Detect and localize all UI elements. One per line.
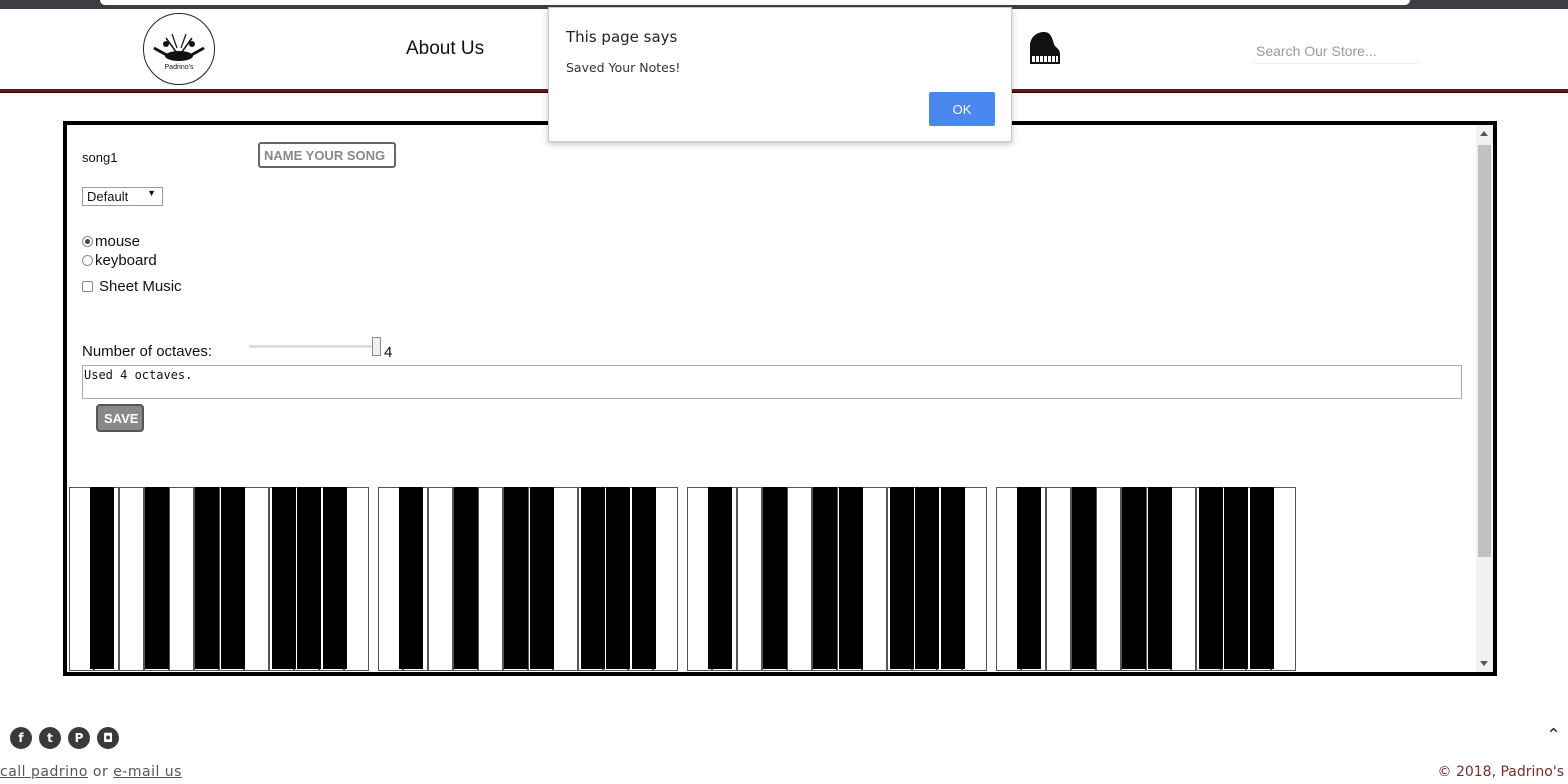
white-key[interactable] (428, 487, 453, 671)
alert-dialog: This page says Saved Your Notes! OK (548, 7, 1012, 142)
sheet-music-label: Sheet Music (99, 278, 182, 295)
mode-keyboard-label: keyboard (95, 252, 157, 269)
octaves-label: Number of octaves: (82, 343, 213, 360)
footer-contact: call padrino or e-mail us (0, 764, 182, 780)
black-key[interactable] (454, 487, 478, 669)
site-logo[interactable]: Padrino's (143, 13, 215, 85)
white-key[interactable] (244, 487, 269, 671)
white-key[interactable] (653, 487, 678, 671)
sheet-music-checkbox[interactable] (82, 281, 93, 292)
piano-keyboard[interactable] (69, 487, 1309, 672)
black-key[interactable] (606, 487, 630, 669)
logo-drum-icon (153, 33, 205, 61)
black-key[interactable] (90, 487, 114, 669)
piano-editor-frame: song1 Default ▼ mouse keyboard Sheet Musi… (63, 121, 1497, 676)
black-key[interactable] (941, 487, 965, 669)
white-key[interactable] (737, 487, 762, 671)
black-key[interactable] (839, 487, 863, 669)
piano-icon[interactable] (1026, 30, 1064, 68)
white-key[interactable] (1096, 487, 1121, 671)
white-key[interactable] (344, 487, 369, 671)
black-key[interactable] (890, 487, 914, 669)
scroll-up-icon[interactable] (1480, 131, 1488, 136)
black-key[interactable] (708, 487, 732, 669)
black-key[interactable] (1224, 487, 1248, 669)
scrollbar[interactable] (1476, 125, 1493, 672)
email-link[interactable]: e-mail us (113, 764, 182, 780)
black-key[interactable] (813, 487, 837, 669)
black-key[interactable] (195, 487, 219, 669)
black-key[interactable] (145, 487, 169, 669)
instrument-select-value: Default (87, 189, 129, 204)
facebook-icon[interactable]: f (10, 727, 32, 749)
black-key[interactable] (1250, 487, 1274, 669)
chevron-down-icon: ▼ (147, 188, 156, 198)
search-input[interactable] (1254, 39, 1418, 64)
black-key[interactable] (1072, 487, 1096, 669)
slider-handle[interactable] (372, 337, 381, 356)
notes-textarea[interactable]: Used 4 octaves. (82, 365, 1462, 399)
dialog-title: This page says (566, 28, 678, 46)
black-key[interactable] (915, 487, 939, 669)
song-name-input[interactable] (258, 142, 396, 168)
octave-3 (687, 487, 993, 672)
call-link[interactable]: call padrino (0, 764, 88, 780)
pinterest-icon[interactable]: P (68, 727, 90, 749)
instrument-select[interactable]: Default ▼ (82, 187, 163, 206)
scrollbar-thumb[interactable] (1478, 145, 1491, 557)
black-key[interactable] (297, 487, 321, 669)
white-key[interactable] (169, 487, 194, 671)
logo-text: Padrino's (164, 64, 194, 71)
back-to-top-icon[interactable]: ⌃ (1546, 725, 1561, 746)
dialog-message: Saved Your Notes! (566, 60, 681, 75)
sheet-music-option[interactable]: Sheet Music (82, 278, 182, 295)
nav-about-us[interactable]: About Us (406, 38, 484, 60)
instagram-icon[interactable]: ◘ (97, 727, 119, 749)
black-key[interactable] (323, 487, 347, 669)
black-key[interactable] (272, 487, 296, 669)
scroll-down-icon[interactable] (1480, 661, 1488, 666)
black-key[interactable] (1122, 487, 1146, 669)
contact-or: or (92, 764, 109, 780)
black-key[interactable] (1148, 487, 1172, 669)
black-key[interactable] (504, 487, 528, 669)
song-name: song1 (82, 150, 118, 165)
white-key[interactable] (478, 487, 503, 671)
octave-2 (378, 487, 684, 672)
black-key[interactable] (399, 487, 423, 669)
white-key[interactable] (1271, 487, 1296, 671)
copyright: © 2018, Padrino's (1437, 764, 1565, 780)
octave-4 (996, 487, 1302, 672)
slider-track (249, 345, 375, 348)
black-key[interactable] (221, 487, 245, 669)
black-key[interactable] (1199, 487, 1223, 669)
black-key[interactable] (581, 487, 605, 669)
mode-mouse-option[interactable]: mouse (82, 233, 140, 250)
ok-button[interactable]: OK (929, 92, 995, 126)
octave-1 (69, 487, 375, 672)
white-key[interactable] (1171, 487, 1196, 671)
browser-address-bar (100, 0, 1410, 5)
black-key[interactable] (632, 487, 656, 669)
white-key[interactable] (553, 487, 578, 671)
octaves-value: 4 (384, 344, 393, 361)
octaves-slider[interactable] (249, 337, 381, 356)
white-key[interactable] (119, 487, 144, 671)
black-key[interactable] (1017, 487, 1041, 669)
mode-keyboard-option[interactable]: keyboard (82, 252, 157, 269)
white-key[interactable] (962, 487, 987, 671)
white-key[interactable] (787, 487, 812, 671)
black-key[interactable] (763, 487, 787, 669)
white-key[interactable] (862, 487, 887, 671)
mode-mouse-radio[interactable] (82, 236, 93, 247)
white-key[interactable] (1046, 487, 1071, 671)
black-key[interactable] (530, 487, 554, 669)
save-button[interactable]: SAVE (96, 404, 144, 432)
mode-mouse-label: mouse (95, 233, 141, 250)
twitter-icon[interactable]: t (39, 727, 61, 749)
mode-keyboard-radio[interactable] (82, 255, 93, 266)
